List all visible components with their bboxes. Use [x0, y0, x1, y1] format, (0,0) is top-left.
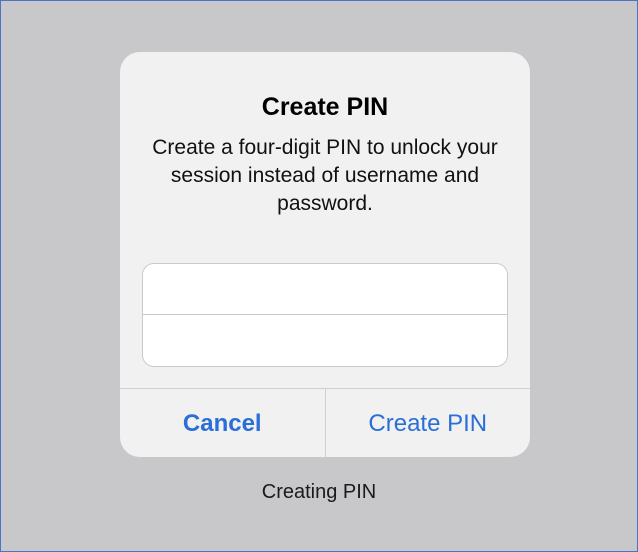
cancel-button[interactable]: Cancel — [120, 389, 326, 457]
create-pin-button[interactable]: Create PIN — [326, 389, 531, 457]
pin-input[interactable] — [143, 264, 507, 315]
dialog-title: Create PIN — [261, 93, 389, 121]
dialog-button-row: Cancel Create PIN — [120, 388, 530, 457]
dialog-message: Create a four-digit PIN to unlock your s… — [152, 136, 498, 215]
caption-text: Creating PIN — [261, 481, 377, 503]
create-pin-dialog: Create PIN Create a four-digit PIN to un… — [120, 52, 530, 457]
pin-field-group — [142, 263, 508, 367]
screenshot-frame: Create PIN Create a four-digit PIN to un… — [0, 0, 638, 552]
confirm-pin-input[interactable] — [143, 315, 507, 366]
